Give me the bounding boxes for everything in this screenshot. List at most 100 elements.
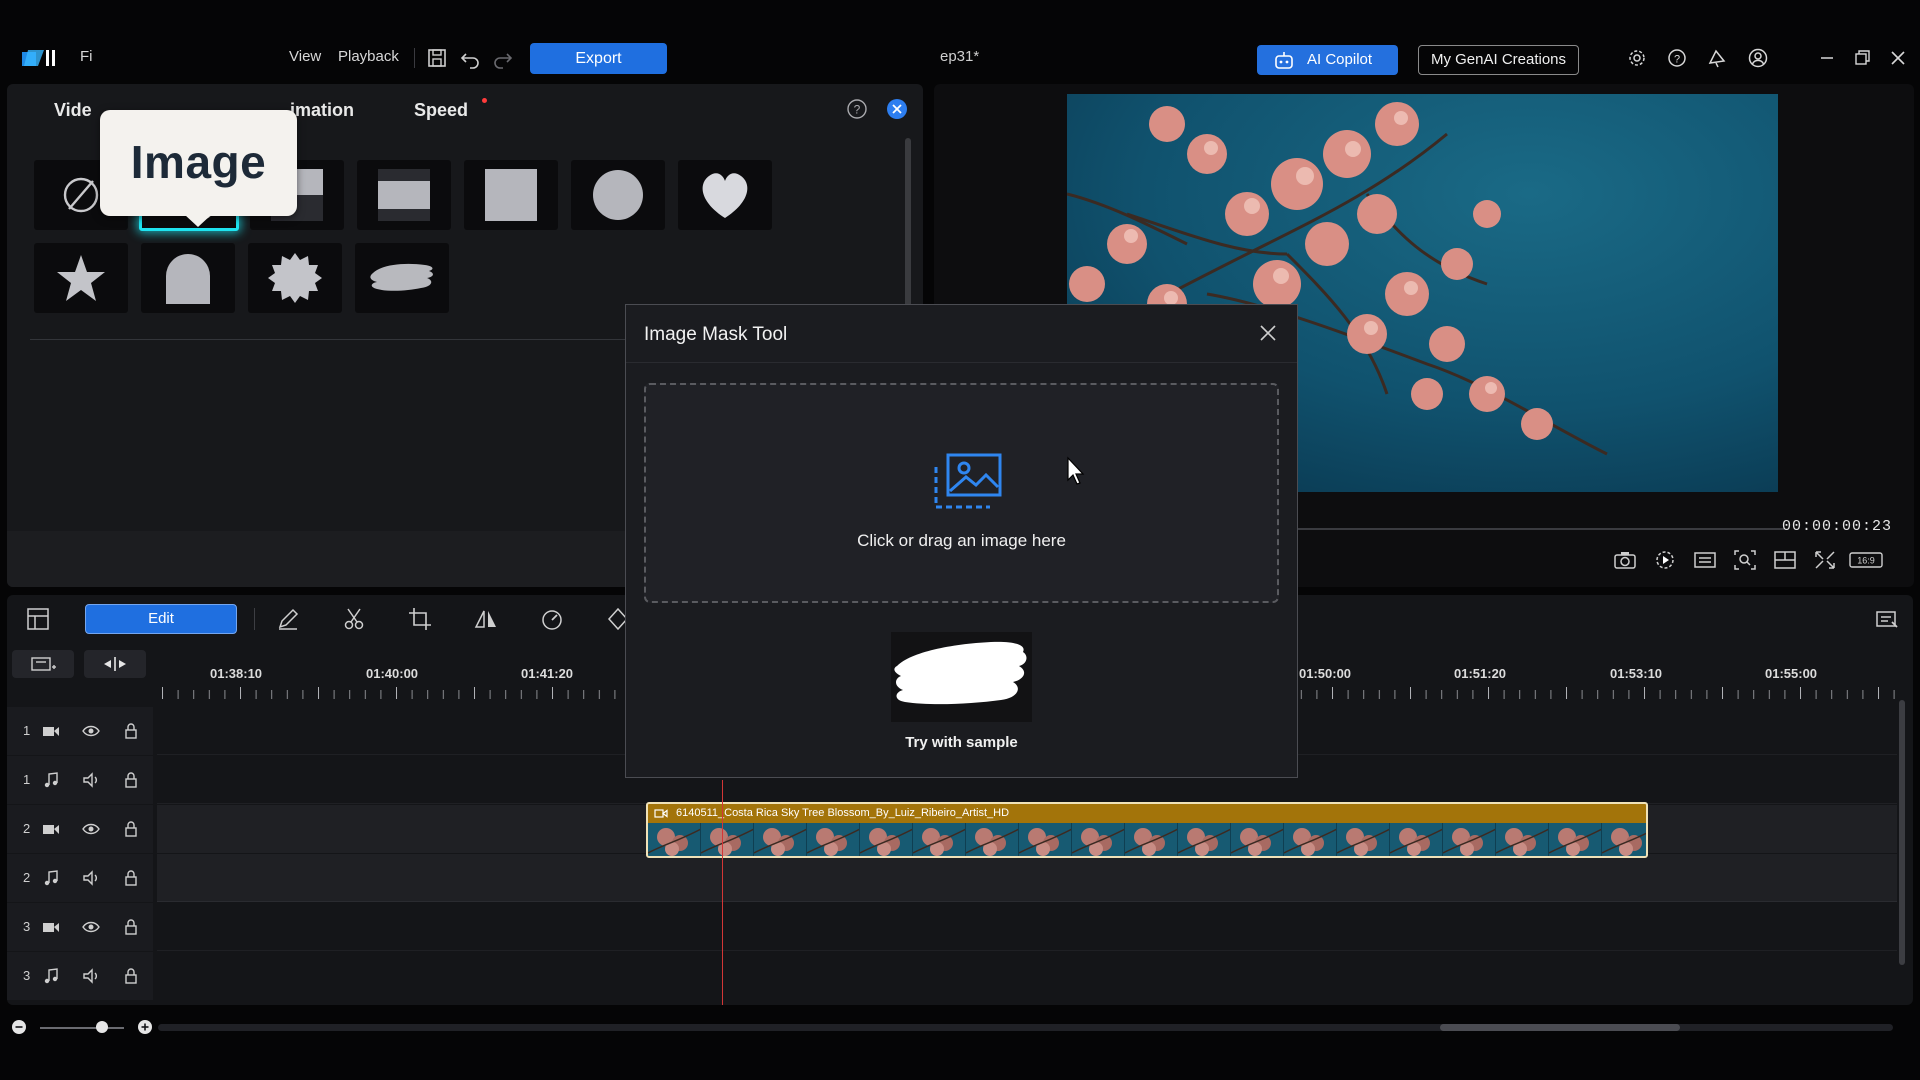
close-panel-icon[interactable] (886, 98, 908, 120)
timeline-scroll-thumb[interactable] (1440, 1024, 1680, 1031)
redo-icon[interactable] (491, 46, 515, 70)
flip-icon[interactable] (473, 606, 499, 632)
subtitles-icon[interactable] (1692, 548, 1718, 572)
speed-gauge-icon[interactable] (539, 606, 565, 632)
split-scissors-icon[interactable] (341, 606, 367, 632)
ruler-label: 01:40:00 (366, 666, 419, 681)
menu-playback[interactable]: Playback (338, 48, 399, 65)
add-track-icon (31, 657, 56, 671)
snapshot-camera-icon[interactable] (1612, 548, 1638, 572)
save-icon[interactable] (425, 46, 449, 70)
ruler-label: 01:55:00 (1765, 666, 1818, 681)
zoom-in-icon[interactable] (137, 1019, 153, 1035)
visibility-eye-icon[interactable] (81, 721, 101, 741)
fit-to-window-icon (104, 657, 126, 671)
svg-text:16:9: 16:9 (1857, 556, 1875, 566)
title-bar: Fi View Playback Export ep31* AI Copilot… (0, 0, 1920, 82)
video-clip[interactable]: 6140511_Costa Rica Sky Tree Blossom_By_L… (646, 802, 1648, 858)
sample-mask-thumbnail[interactable] (891, 632, 1032, 722)
crop-icon[interactable] (407, 606, 433, 632)
undo-icon[interactable] (458, 46, 482, 70)
timeline-settings-icon[interactable] (1874, 606, 1900, 632)
lock-icon[interactable] (121, 868, 141, 888)
my-genai-creations-button[interactable]: My GenAI Creations (1418, 45, 1579, 75)
brush-stroke-sample-icon (894, 641, 1027, 705)
menu-view[interactable]: View (289, 48, 321, 65)
track-header-video-2: 2 (7, 805, 153, 853)
visibility-eye-icon[interactable] (81, 819, 101, 839)
lock-icon[interactable] (121, 917, 141, 937)
try-with-sample-link[interactable]: Try with sample (626, 734, 1297, 751)
close-icon[interactable] (1257, 322, 1279, 344)
dialog-title: Image Mask Tool (644, 324, 788, 345)
timeline-vertical-scrollbar[interactable] (1899, 700, 1905, 965)
playhead[interactable] (722, 780, 723, 1005)
aspect-ratio-icon[interactable]: 16:9 (1848, 548, 1884, 572)
lock-icon[interactable] (121, 770, 141, 790)
panel-scrollbar[interactable] (905, 138, 911, 308)
track-row-audio-2[interactable] (157, 854, 1897, 902)
add-track-button[interactable] (12, 650, 74, 678)
tab-animation[interactable]: imation (290, 100, 354, 121)
app-logo-icon[interactable] (22, 48, 58, 68)
safe-zone-grid-icon[interactable] (1772, 548, 1798, 572)
fullscreen-icon[interactable] (1812, 548, 1838, 572)
track-row-audio-3[interactable] (157, 952, 1897, 1000)
mask-circle[interactable] (571, 160, 665, 230)
zoom-slider-track[interactable] (40, 1027, 124, 1029)
mask-brush-stroke[interactable] (355, 243, 449, 313)
pen-icon[interactable] (275, 606, 301, 632)
export-button[interactable]: Export (530, 43, 667, 74)
speaker-icon[interactable] (81, 966, 101, 986)
minimize-icon[interactable] (1817, 48, 1837, 68)
lock-icon[interactable] (121, 721, 141, 741)
ai-copilot-label: AI Copilot (1307, 51, 1373, 68)
restore-icon[interactable] (1852, 48, 1872, 68)
zoom-preview-icon[interactable] (1732, 548, 1758, 572)
mask-band[interactable] (357, 160, 451, 230)
mask-square[interactable] (464, 160, 558, 230)
help-icon[interactable]: ? (846, 98, 868, 120)
tab-video[interactable]: Vide (54, 100, 92, 121)
video-track-icon (43, 727, 59, 736)
track-header-audio-3: 3 (7, 952, 153, 1000)
mask-burst[interactable] (248, 243, 342, 313)
zoom-slider-handle[interactable] (96, 1021, 108, 1033)
svg-text:?: ? (1674, 54, 1680, 66)
settings-gear-icon[interactable] (1627, 48, 1647, 68)
track-header-video-1: 1 (7, 707, 153, 755)
account-icon[interactable] (1748, 48, 1768, 68)
image-upload-icon (934, 453, 1002, 509)
mask-heart[interactable] (678, 160, 772, 230)
speaker-icon[interactable] (81, 770, 101, 790)
timeline-layout-icon[interactable] (25, 606, 51, 632)
notifications-icon[interactable] (1707, 48, 1727, 68)
lock-icon[interactable] (121, 966, 141, 986)
track-header-audio-1: 1 (7, 756, 153, 804)
svg-text:?: ? (854, 103, 861, 117)
playback-quality-icon[interactable] (1652, 548, 1678, 572)
zoom-out-icon[interactable] (11, 1019, 27, 1035)
edit-button[interactable]: Edit (85, 604, 237, 634)
fit-timeline-button[interactable] (84, 650, 146, 678)
mask-star[interactable] (34, 243, 128, 313)
track-number: 1 (23, 772, 31, 787)
ruler-label: 01:53:10 (1610, 666, 1663, 681)
image-dropzone[interactable]: Click or drag an image here (644, 383, 1279, 603)
tab-speed[interactable]: Speed (414, 100, 468, 121)
panel-divider (30, 339, 630, 340)
speaker-icon[interactable] (81, 868, 101, 888)
mask-arch[interactable] (141, 243, 235, 313)
ruler-label: 01:41:20 (521, 666, 574, 681)
ai-copilot-button[interactable]: AI Copilot (1257, 45, 1398, 75)
lock-icon[interactable] (121, 819, 141, 839)
help-icon[interactable]: ? (1667, 48, 1687, 68)
menu-file[interactable]: Fi (80, 48, 93, 65)
mouse-cursor-icon (1067, 456, 1085, 485)
preview-timecode: 00:00:00:23 (1782, 518, 1893, 535)
close-window-icon[interactable] (1888, 48, 1908, 68)
visibility-eye-icon[interactable] (81, 917, 101, 937)
track-row-video-3[interactable] (157, 903, 1897, 951)
track-number: 2 (23, 870, 31, 885)
track-header-audio-2: 2 (7, 854, 153, 902)
